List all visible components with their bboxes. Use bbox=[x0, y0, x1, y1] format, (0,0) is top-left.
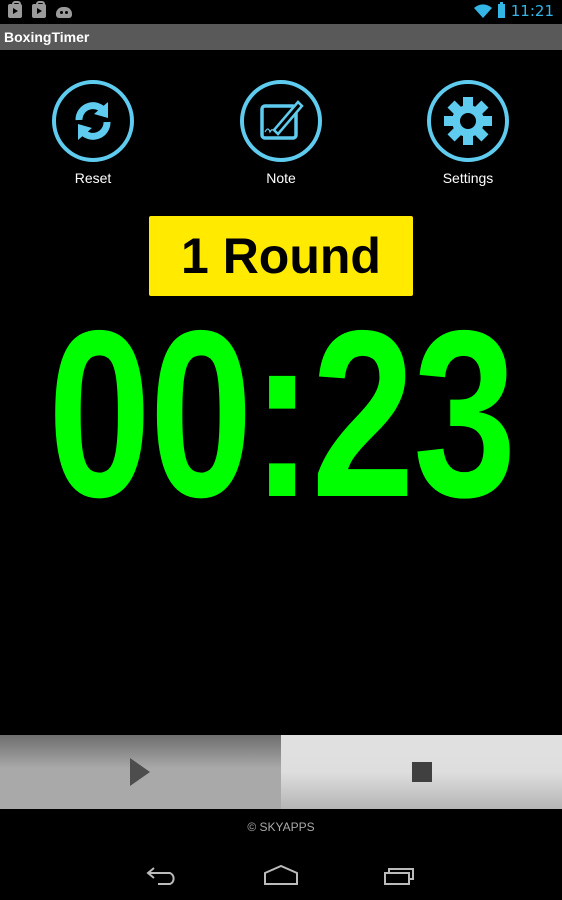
gear-icon bbox=[444, 97, 492, 145]
android-icon bbox=[56, 7, 72, 18]
settings-button[interactable]: Settings bbox=[408, 80, 528, 186]
note-label: Note bbox=[266, 170, 296, 186]
home-icon bbox=[264, 865, 298, 885]
status-bar: 11:21 bbox=[0, 0, 562, 24]
stop-button[interactable] bbox=[281, 735, 562, 809]
round-label: 1 Round bbox=[181, 228, 381, 284]
note-ring[interactable] bbox=[240, 80, 322, 162]
settings-label: Settings bbox=[442, 170, 494, 186]
play-icon bbox=[129, 758, 150, 786]
refresh-icon bbox=[75, 102, 111, 140]
note-button[interactable]: Note bbox=[221, 80, 341, 186]
status-clock: 11:21 bbox=[510, 2, 554, 20]
notification-area bbox=[8, 1, 72, 18]
recent-apps-icon bbox=[384, 868, 414, 885]
reset-ring[interactable] bbox=[52, 80, 134, 162]
note-edit-icon bbox=[260, 100, 304, 140]
play-button[interactable] bbox=[0, 735, 281, 809]
copyright-text: © SKYAPPS bbox=[247, 820, 315, 834]
play-store-icon bbox=[32, 1, 46, 18]
battery-charging-icon bbox=[497, 2, 505, 18]
home-button[interactable] bbox=[261, 858, 301, 892]
wifi-icon bbox=[473, 4, 492, 18]
settings-ring[interactable] bbox=[427, 80, 509, 162]
back-button[interactable] bbox=[142, 858, 182, 892]
navigation-bar bbox=[0, 850, 562, 900]
action-bar: BoxingTimer bbox=[0, 24, 562, 50]
stop-icon bbox=[411, 762, 432, 782]
back-icon bbox=[146, 867, 175, 885]
reset-label: Reset bbox=[74, 170, 112, 186]
play-store-icon bbox=[8, 1, 22, 18]
app-title: BoxingTimer bbox=[4, 29, 90, 45]
timer-text: 00:23 bbox=[47, 282, 516, 547]
reset-button[interactable]: Reset bbox=[33, 80, 153, 186]
timer-display: 00:23 bbox=[0, 296, 562, 534]
recent-apps-button[interactable] bbox=[380, 858, 420, 892]
